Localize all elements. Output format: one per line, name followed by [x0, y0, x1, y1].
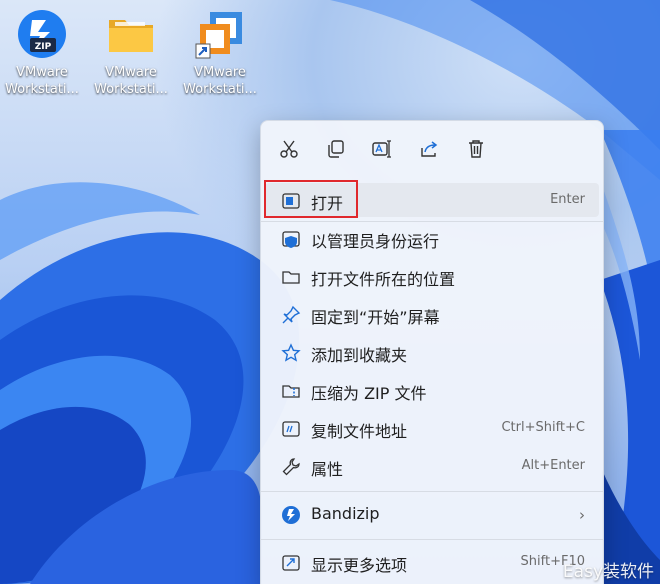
copy-button[interactable]	[322, 135, 350, 163]
menu-item-label: 复制文件地址	[311, 422, 408, 441]
menu-item-pin-to-start[interactable]: 固定到“开始”屏幕	[265, 297, 599, 331]
chevron-right-icon: ›	[579, 506, 585, 524]
desktop-icon-vmware-folder[interactable]: VMware Workstati...	[87, 0, 175, 98]
folder-icon	[282, 271, 300, 284]
more-options-icon	[282, 555, 300, 571]
vmware-shortcut-icon	[194, 8, 246, 60]
shield-icon	[282, 231, 300, 248]
menu-item-show-more-options[interactable]: 显示更多选项 Shift+F10	[265, 545, 599, 579]
menu-item-label: 打开文件所在的位置	[311, 270, 456, 289]
menu-item-bandizip[interactable]: Bandizip ›	[265, 497, 599, 531]
copy-icon	[328, 140, 344, 158]
highlight-box	[264, 180, 358, 218]
menu-item-copy-path[interactable]: 复制文件地址 Ctrl+Shift+C	[265, 411, 599, 445]
desktop-icon-vmware-shortcut[interactable]: VMware Workstati...	[176, 0, 264, 98]
menu-item-label: 显示更多选项	[311, 556, 408, 575]
desktop-icon-label: VMware	[16, 65, 68, 80]
rename-button[interactable]	[368, 135, 396, 163]
copy-path-icon	[282, 421, 300, 437]
svg-text:ZIP: ZIP	[35, 42, 52, 52]
cut-button[interactable]	[275, 135, 303, 163]
delete-icon	[469, 140, 483, 158]
wrench-icon	[282, 458, 300, 476]
desktop: ZIP VMware Workstati... VMware Workstati…	[0, 0, 660, 584]
desktop-icon-label: Workstati...	[183, 82, 257, 97]
desktop-icon-label: Workstati...	[5, 82, 79, 97]
menu-item-shortcut: Enter	[550, 192, 585, 207]
watermark: Easy装软件	[562, 562, 654, 582]
menu-item-properties[interactable]: 属性 Alt+Enter	[265, 449, 599, 483]
star-icon	[281, 343, 301, 362]
menu-item-run-as-admin[interactable]: 以管理员身份运行	[265, 221, 599, 255]
desktop-icon-label: VMware	[194, 65, 246, 80]
desktop-icon-label: Workstati...	[94, 82, 168, 97]
menu-item-add-to-favorites[interactable]: 添加到收藏夹	[265, 335, 599, 369]
pin-icon	[282, 305, 301, 324]
share-button[interactable]	[415, 135, 443, 163]
menu-item-shortcut: Ctrl+Shift+C	[501, 420, 585, 435]
menu-item-label: 属性	[311, 460, 344, 479]
menu-separator	[261, 539, 603, 540]
folder-icon	[105, 8, 157, 60]
desktop-icon-label: VMware	[105, 65, 157, 80]
menu-item-label: 压缩为 ZIP 文件	[311, 384, 427, 403]
bandizip-zip-icon: ZIP	[16, 8, 68, 60]
menu-item-shortcut: Alt+Enter	[521, 458, 585, 473]
cut-icon	[280, 140, 298, 158]
bandizip-icon	[282, 506, 300, 524]
zip-folder-icon	[282, 385, 300, 398]
menu-item-label: 以管理员身份运行	[311, 232, 440, 251]
menu-item-label: 固定到“开始”屏幕	[311, 308, 440, 327]
menu-item-open-location[interactable]: 打开文件所在的位置	[265, 259, 599, 293]
share-icon	[421, 141, 438, 157]
menu-item-compress-zip[interactable]: 压缩为 ZIP 文件	[265, 373, 599, 407]
rename-icon	[372, 140, 391, 158]
menu-separator	[261, 491, 603, 492]
desktop-icon-vmware-zip[interactable]: ZIP VMware Workstati...	[0, 0, 86, 98]
delete-button[interactable]	[462, 135, 490, 163]
menu-item-label: 添加到收藏夹	[311, 346, 408, 365]
menu-item-label: Bandizip	[311, 504, 380, 523]
context-menu-toolbar	[261, 121, 603, 177]
